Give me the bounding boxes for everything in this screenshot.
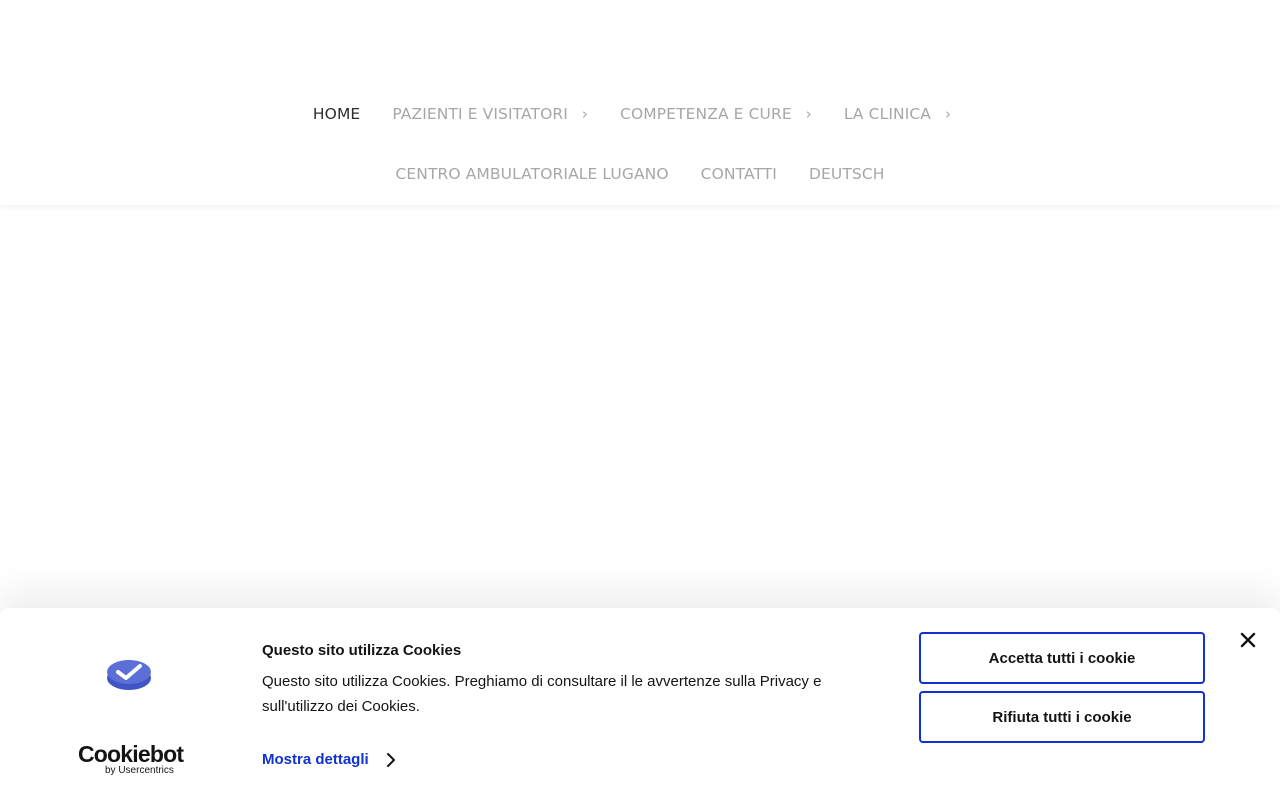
nav-item-contatti[interactable]: CONTATTI [701, 162, 777, 186]
nav-item-centro-ambulatoriale-lugano[interactable]: CENTRO AMBULATORIALE LUGANO [395, 162, 668, 186]
chevron-right-icon: › [581, 105, 589, 123]
accept-all-cookies-button[interactable]: Accetta tutti i cookie [919, 632, 1205, 684]
nav-item-pazienti-e-visitatori[interactable]: PAZIENTI E VISITATORI › [392, 102, 588, 126]
cookie-banner-text: Questo sito utilizza Cookies. Preghiamo … [262, 673, 822, 715]
show-details-link[interactable]: Mostra dettagli [262, 751, 399, 768]
cookiebot-logo-icon [106, 656, 152, 692]
main-nav-row-2: CENTRO AMBULATORIALE LUGANO CONTATTI DEU… [0, 162, 1280, 186]
nav-item-label: DEUTSCH [808, 165, 885, 183]
nav-item-deutsch[interactable]: DEUTSCH [809, 162, 885, 186]
nav-item-label: COMPETENZA E CURE [620, 105, 792, 123]
cookiebot-wordmark-text: Cookiebot [78, 741, 184, 767]
nav-item-label: LA CLINICA [843, 105, 931, 123]
chevron-right-icon [386, 752, 395, 767]
nav-item-label: PAZIENTI E VISITATORI [392, 105, 568, 123]
nav-item-label: HOME [312, 105, 361, 123]
nav-item-label: CENTRO AMBULATORIALE LUGANO [395, 165, 669, 183]
nav-item-label: CONTATTI [700, 165, 777, 183]
show-details-label: Mostra dettagli [262, 751, 369, 768]
cookie-consent-banner: Cookiebot by Usercentrics Questo sito ut… [0, 608, 1280, 800]
nav-item-home[interactable]: HOME [313, 102, 360, 126]
reject-all-cookies-button[interactable]: Rifiuta tutti i cookie [919, 691, 1205, 743]
chevron-right-icon: › [805, 105, 812, 123]
site-header: HOME PAZIENTI E VISITATORI › COMPETENZA … [0, 0, 1280, 205]
nav-item-competenza-e-cure[interactable]: COMPETENZA E CURE › [620, 102, 812, 126]
close-icon[interactable] [1240, 632, 1256, 648]
main-nav-row-1: HOME PAZIENTI E VISITATORI › COMPETENZA … [0, 102, 1280, 126]
cookie-banner-title: Questo sito utilizza Cookies [262, 642, 462, 659]
cookiebot-wordmark: Cookiebot by Usercentrics [78, 742, 188, 776]
chevron-right-icon: › [945, 105, 952, 123]
nav-item-la-clinica[interactable]: LA CLINICA › [844, 102, 951, 126]
